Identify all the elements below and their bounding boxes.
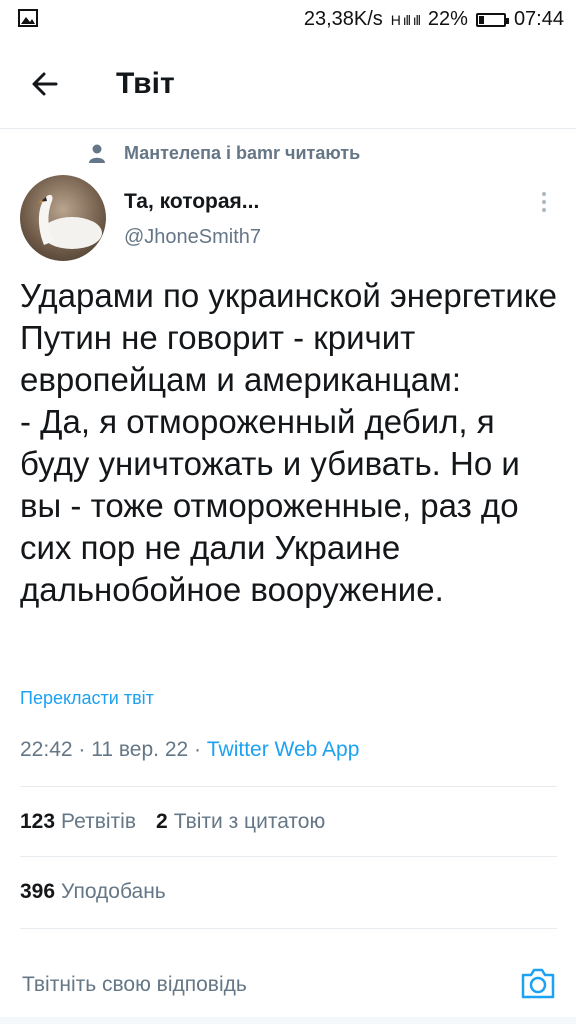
divider [20, 786, 557, 787]
meta-separator: · [72, 738, 92, 761]
signal-icon: H ıll ıll [390, 11, 421, 28]
retweets-count: 123 [20, 810, 56, 833]
likes-label: Уподобань [61, 880, 166, 903]
tweet-meta: 22:42 · 11 вер. 22 · Twitter Web App [20, 738, 359, 762]
tweet-date: 11 вер. 22 [91, 738, 189, 761]
clock: 07:44 [513, 8, 564, 30]
meta-separator: · [188, 738, 207, 761]
translate-tweet-link[interactable]: Перекласти твіт [20, 688, 154, 709]
tweet-text: Ударами по украинской энергетике Путин н… [20, 277, 557, 608]
app-header: Твіт [0, 40, 576, 129]
arrow-left-icon[interactable] [26, 64, 66, 104]
social-context-text: Мантелепа і bamr читають [124, 143, 361, 163]
page-title: Твіт [116, 67, 175, 100]
author-name[interactable]: Та, которая... [124, 190, 259, 214]
divider [20, 856, 557, 857]
retweets-label: Ретвітів [61, 810, 136, 833]
author-handle[interactable]: @JhoneSmith7 [124, 226, 261, 249]
bottom-bar [0, 1017, 576, 1024]
social-context[interactable]: Мантелепа і bamr читають [88, 143, 360, 164]
battery-percent: 22% [427, 8, 468, 30]
likes-count: 396 [20, 880, 56, 903]
battery-icon [475, 12, 509, 27]
status-bar: 23,38K/s H ıll ıll 22% 07:44 [0, 0, 576, 40]
retweet-stats: 123 Ретвітів 2 Твіти з цитатою [20, 810, 325, 834]
avatar[interactable] [20, 175, 106, 261]
quotes-label: Твіти з цитатою [173, 810, 326, 833]
divider [20, 928, 557, 929]
retweets-link[interactable]: 123 Ретвітів [20, 810, 136, 833]
person-icon [88, 144, 106, 164]
reply-input[interactable]: Твітніть свою відповідь [22, 973, 247, 997]
more-vertical-icon[interactable] [534, 188, 554, 216]
status-right: 23,38K/s H ıll ıll 22% 07:44 [304, 8, 564, 31]
image-icon [18, 9, 38, 33]
likes-link[interactable]: 396 Уподобань [20, 880, 166, 904]
network-speed: 23,38K/s [303, 8, 383, 30]
camera-icon[interactable] [520, 966, 556, 1000]
tweet-source-app[interactable]: Twitter Web App [207, 738, 360, 761]
tweet-time: 22:42 [20, 738, 73, 761]
quotes-link[interactable]: 2 Твіти з цитатою [156, 810, 325, 833]
quotes-count: 2 [156, 810, 168, 833]
